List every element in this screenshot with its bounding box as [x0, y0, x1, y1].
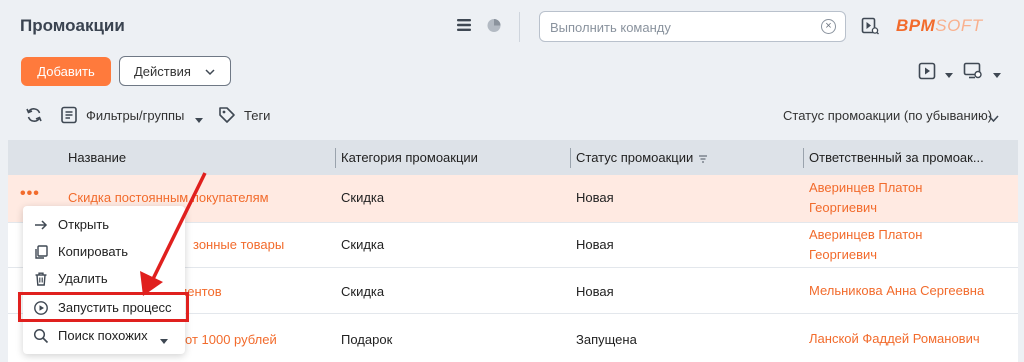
pointer-arrow — [140, 172, 207, 296]
